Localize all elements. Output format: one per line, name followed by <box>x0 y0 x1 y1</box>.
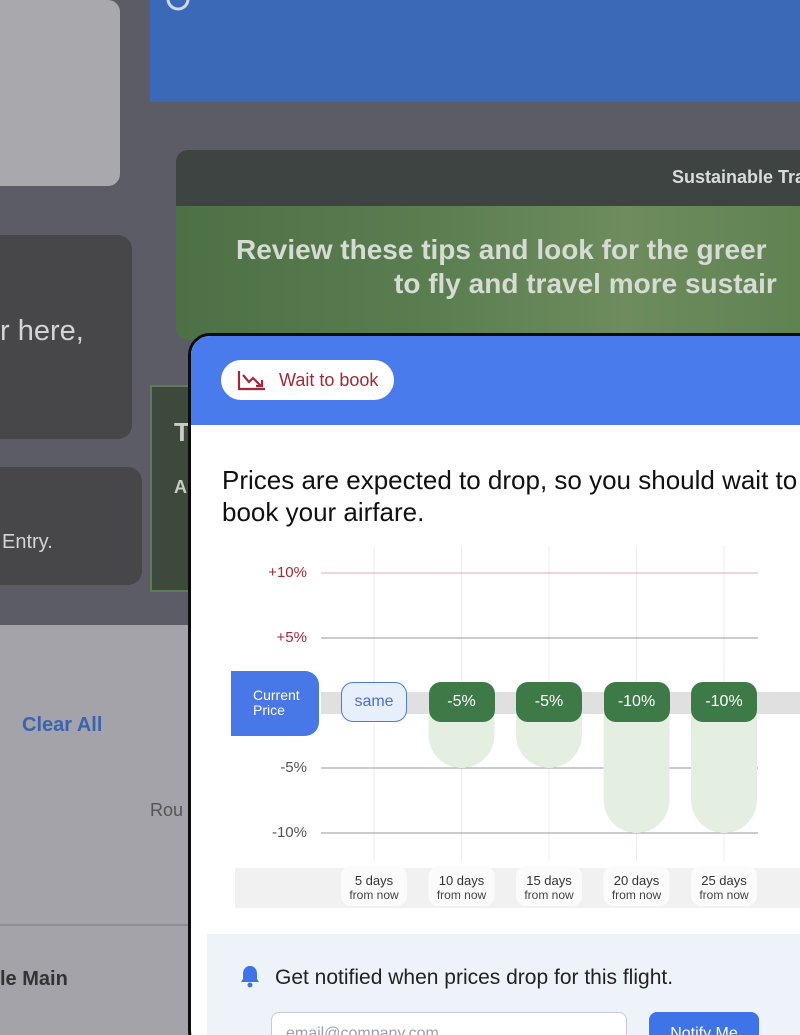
x-tick-label-line: from now <box>349 888 399 902</box>
x-tick-label-line: from now <box>436 888 487 902</box>
background-card-top <box>0 0 120 186</box>
forecast-bar <box>691 703 757 833</box>
x-tick-label-line: 5 days <box>354 873 394 888</box>
background-label: Rou <box>150 800 184 820</box>
x-tick-label-line: from now <box>524 888 574 902</box>
x-tick-label-line: 20 days <box>613 873 660 888</box>
background-banner <box>150 0 800 102</box>
background-label: le Main <box>0 968 68 990</box>
x-tick-label: 5 days from now <box>341 873 407 903</box>
wait-to-book-badge: Wait to book <box>221 360 395 400</box>
sustainable-travel-title: Sustainable Tra <box>672 167 800 187</box>
sustainable-travel-header: Sustainable Tra <box>176 150 800 206</box>
current-price-marker: Current Price <box>231 671 319 736</box>
x-tick-label-line: 10 days <box>438 873 485 888</box>
background-card: Entry. <box>0 467 142 585</box>
price-prediction-modal: Wait to book Prices are expected to drop… <box>188 333 800 1035</box>
data-label: -5% <box>516 682 582 722</box>
notify-section: Get notified when prices drop for this f… <box>207 934 800 1035</box>
headline: Prices are expected to drop, so you shou… <box>222 465 798 527</box>
y-tick-label: +10% <box>268 564 307 581</box>
notify-me-button[interactable]: Notify Me <box>649 1012 759 1035</box>
data-label: -5% <box>428 682 495 722</box>
y-tick-label: -5% <box>280 759 307 776</box>
sustainable-travel-card: Sustainable Tra Review these tips and lo… <box>176 150 800 340</box>
current-price-label: Current <box>253 687 300 703</box>
forecast-bar <box>603 703 670 833</box>
refresh-check-icon <box>166 0 190 11</box>
sustainable-travel-body: Review these tips and look for the greer… <box>176 206 800 340</box>
background-box-letter: A <box>174 477 187 497</box>
background-card-text: Entry. <box>2 531 53 553</box>
y-tick-label: -10% <box>271 824 307 841</box>
email-input[interactable] <box>271 1012 627 1035</box>
x-tick-label-line: from now <box>699 888 749 902</box>
x-tick-label-line: from now <box>611 888 662 902</box>
data-label: -10% <box>691 682 757 722</box>
data-label: -10% <box>603 682 670 722</box>
modal-header: Wait to book <box>191 336 800 425</box>
background-card-text: r here, <box>0 315 84 347</box>
trend-down-icon <box>237 371 265 391</box>
x-tick-label: 25 days from now <box>691 873 757 903</box>
sustainable-travel-text: to fly and travel more sustair <box>394 268 777 299</box>
divider <box>0 924 200 926</box>
y-tick-label: +5% <box>276 629 307 646</box>
x-tick-label-line: 15 days <box>526 873 572 888</box>
x-tick-label-line: 25 days <box>701 873 747 888</box>
background-green-box: T A <box>150 385 190 592</box>
current-price-label: Price <box>253 702 285 718</box>
clear-all-link[interactable]: Clear All <box>22 714 102 737</box>
x-tick-label: 20 days from now <box>604 873 670 903</box>
background-card: r here, <box>0 235 132 439</box>
price-forecast-chart: Current Price +10% +5% -5% -10% same -5% -5% -1… <box>191 546 800 916</box>
x-tick-label: 10 days from now <box>429 873 495 903</box>
notify-text: Get notified when prices drop for this f… <box>275 966 674 989</box>
badge-label: Wait to book <box>279 369 379 390</box>
bell-icon <box>241 966 259 988</box>
x-tick-label: 15 days from now <box>516 873 582 903</box>
sustainable-travel-text: Review these tips and look for the greer <box>236 234 767 265</box>
data-label: same <box>341 682 407 722</box>
